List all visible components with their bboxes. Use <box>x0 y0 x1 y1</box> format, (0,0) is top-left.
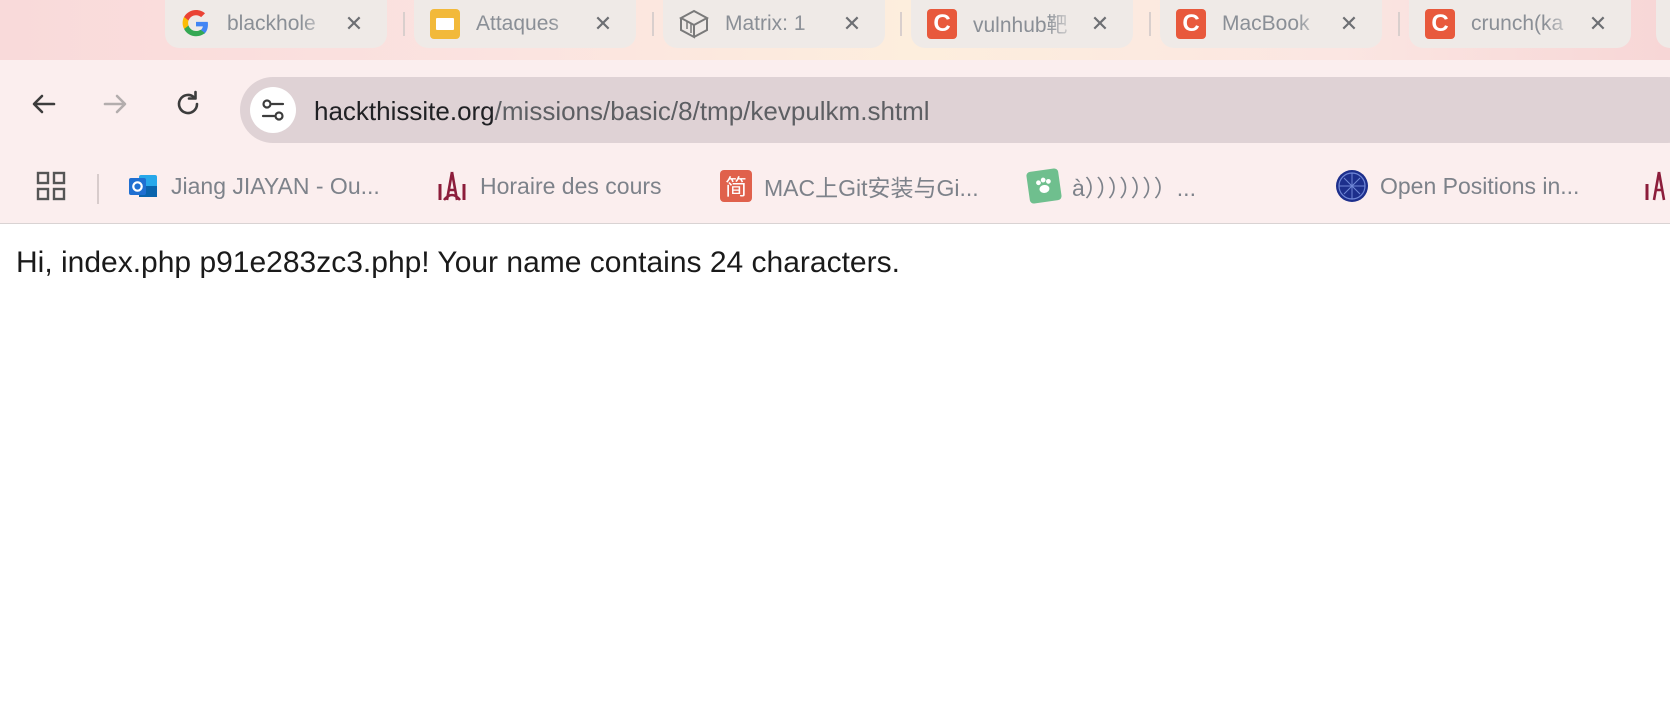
forward-button[interactable] <box>93 82 137 126</box>
apps-button[interactable] <box>36 170 66 202</box>
back-arrow-icon <box>32 94 56 114</box>
bookmark-outlook[interactable]: Jiang JIAYAN - Ou... <box>127 170 380 202</box>
apps-grid-icon <box>36 171 66 201</box>
page-content: Hi, index.php p91e283zc3.php! Your name … <box>0 224 1670 720</box>
tab-strip: blackhole ✕ Attaques ✕ Matrix: 1 ✕ C vul… <box>0 0 1670 60</box>
tab-separator <box>1398 12 1400 36</box>
csdn-c-icon: C <box>1176 9 1206 39</box>
bookmark-label: MAC上Git安装与Gi... <box>764 175 979 201</box>
bookmark-open-positions[interactable]: Open Positions in... <box>1336 170 1579 202</box>
csdn-c-icon: C <box>1425 9 1455 39</box>
jianshu-icon-text: 简 <box>724 176 747 201</box>
bookmark-label: Open Positions in... <box>1380 172 1580 199</box>
tab-separator <box>900 12 902 36</box>
tab-title: vulnhub靶 <box>973 14 1068 37</box>
address-bar[interactable]: hackthissite.org/missions/basic/8/tmp/ke… <box>240 77 1670 143</box>
bookmarks-divider <box>97 174 99 204</box>
url-text[interactable]: hackthissite.org/missions/basic/8/tmp/ke… <box>314 96 930 127</box>
tab-title: Matrix: 1 <box>725 12 806 35</box>
tab-title: MacBook <box>1222 12 1310 35</box>
paw-icon <box>1025 167 1063 205</box>
close-icon[interactable]: ✕ <box>1087 11 1113 37</box>
tab-overflow[interactable] <box>1656 0 1670 48</box>
close-icon[interactable]: ✕ <box>839 11 865 37</box>
tab-separator <box>403 12 405 36</box>
greeting-message: Hi, index.php p91e283zc3.php! Your name … <box>16 246 900 279</box>
bookmark-label: Jiang JIAYAN - Ou... <box>171 172 380 199</box>
globe-icon <box>1336 170 1368 202</box>
slides-icon <box>430 9 460 39</box>
tab-crunch[interactable]: C crunch(ka ✕ <box>1409 0 1631 48</box>
csdn-c-icon: C <box>927 9 957 39</box>
tab-separator <box>652 12 654 36</box>
tab-title: Attaques <box>476 12 559 35</box>
bookmark-label: Horaire des cours <box>480 172 662 199</box>
tab-macbook[interactable]: C MacBook ✕ <box>1160 0 1382 48</box>
bookmark-paw[interactable]: à）））））））... <box>1025 167 1196 205</box>
tab-title: crunch(ka <box>1471 12 1564 35</box>
bookmarks-bar: Jiang JIAYAN - Ou... Horaire des cours 简… <box>0 148 1670 224</box>
close-icon[interactable]: ✕ <box>590 11 616 37</box>
navigation-toolbar: hackthissite.org/missions/basic/8/tmp/ke… <box>0 60 1670 148</box>
back-button[interactable] <box>22 82 66 126</box>
bookmark-overflow[interactable] <box>1643 170 1670 202</box>
close-icon[interactable]: ✕ <box>1336 11 1362 37</box>
reload-icon <box>177 90 199 115</box>
forward-arrow-icon <box>103 94 127 114</box>
eiffel-tower-icon <box>1643 170 1670 202</box>
tab-title: blackhole <box>227 12 316 35</box>
bookmark-horaire[interactable]: Horaire des cours <box>436 170 662 202</box>
site-info-button[interactable] <box>250 87 296 133</box>
tab-vulnhub[interactable]: C vulnhub靶 ✕ <box>911 0 1133 48</box>
google-g-icon <box>181 9 211 39</box>
tab-blackhole[interactable]: blackhole ✕ <box>165 0 387 48</box>
tab-separator <box>1149 12 1151 36</box>
url-host: hackthissite.org <box>314 96 495 126</box>
close-icon[interactable]: ✕ <box>1585 11 1611 37</box>
matrix-cube-icon <box>679 9 709 39</box>
jianshu-icon: 简 <box>720 170 752 202</box>
bookmark-label: à）））））））... <box>1072 175 1196 201</box>
reload-button[interactable] <box>166 82 210 126</box>
url-path: /missions/basic/8/tmp/kevpulkm.shtml <box>494 96 930 126</box>
tab-attaques[interactable]: Attaques ✕ <box>414 0 636 48</box>
bookmark-mac-git[interactable]: 简 MAC上Git安装与Gi... <box>720 170 979 202</box>
close-icon[interactable]: ✕ <box>341 11 367 37</box>
eiffel-tower-icon <box>436 170 468 202</box>
tune-icon <box>261 99 285 121</box>
tab-matrix[interactable]: Matrix: 1 ✕ <box>663 0 885 48</box>
outlook-icon <box>127 170 159 202</box>
